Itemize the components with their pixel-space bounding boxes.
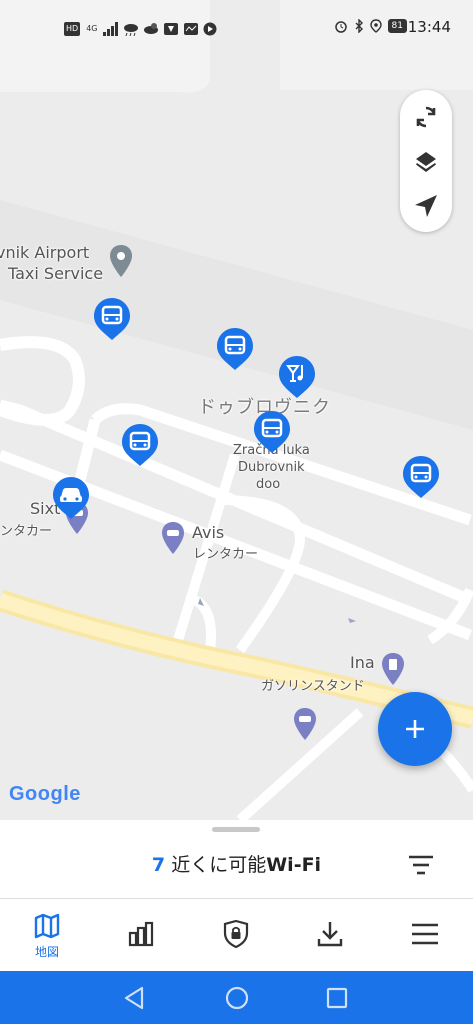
refresh-icon	[416, 106, 436, 128]
tab-map[interactable]: 地図	[0, 899, 94, 971]
tab-vpn[interactable]	[189, 899, 283, 971]
map-icon	[34, 913, 60, 939]
sixt-sub-label: ンタカー	[0, 524, 53, 539]
google-attribution: Google	[9, 783, 81, 806]
filter-icon	[409, 855, 433, 875]
airport-taxi-poi-icon[interactable]	[108, 243, 134, 279]
tab-download[interactable]	[283, 899, 377, 971]
app-icon	[164, 23, 179, 35]
download-icon	[317, 922, 343, 947]
bus-stop-marker[interactable]	[216, 327, 254, 371]
weather-icon	[144, 23, 159, 34]
weather-icon	[124, 24, 139, 36]
layers-button[interactable]	[410, 146, 442, 178]
airport-taxi-label-line2: Taxi Service	[8, 264, 104, 283]
layers-icon	[416, 152, 436, 172]
port-label-line3: doo	[256, 477, 281, 492]
google-attribution-text: Google	[9, 783, 81, 805]
app-icon	[184, 23, 199, 35]
4g-signal-icon: 4G	[86, 24, 98, 33]
back-triangle-icon[interactable]	[120, 983, 150, 1013]
bar-chart-icon	[128, 921, 154, 947]
map-controls	[400, 90, 452, 232]
bus-stop-marker[interactable]	[93, 297, 131, 341]
wifi-count: 7	[151, 854, 166, 876]
nearby-label: 近くに可能	[171, 854, 267, 876]
tab-menu[interactable]	[378, 899, 472, 971]
hamburger-menu-icon	[412, 923, 438, 945]
shield-lock-icon	[223, 919, 249, 949]
avis-sub-label: レンタカー	[193, 547, 259, 562]
navigation-arrow-icon	[415, 195, 437, 217]
status-right-icons: 81	[334, 19, 407, 33]
status-time: 13:44	[407, 18, 451, 36]
tab-map-label: 地図	[34, 945, 59, 959]
battery-icon: 81	[387, 19, 407, 33]
bar-marker[interactable]	[278, 355, 316, 399]
tab-stats[interactable]	[94, 899, 188, 971]
avis-car-rental-poi-icon[interactable]	[160, 520, 186, 556]
airport-taxi-label-line1: vnik Airport	[0, 243, 90, 262]
status-bar: HD 4G 81 13:44	[0, 0, 473, 60]
play-icon	[203, 22, 217, 36]
ina-sub-label: ガソリンスタンド	[261, 679, 365, 694]
avis-label: Avis	[192, 523, 225, 542]
plus-icon	[406, 720, 424, 738]
filter-button[interactable]	[404, 850, 438, 880]
bus-stop-marker[interactable]	[121, 423, 159, 467]
system-navigation-bar	[0, 971, 473, 1024]
refresh-button[interactable]	[410, 101, 442, 133]
bus-stop-marker[interactable]	[253, 410, 291, 454]
sheet-drag-handle[interactable]	[212, 827, 260, 832]
alarm-icon	[334, 21, 347, 33]
bottom-tab-bar: 地図	[0, 899, 473, 971]
ina-label: Ina	[350, 653, 375, 672]
car-rental-poi-icon[interactable]	[292, 706, 318, 742]
status-left-icons: HD 4G	[64, 20, 217, 38]
recents-square-icon[interactable]	[322, 983, 352, 1013]
bluetooth-icon	[355, 19, 363, 33]
signal-bars-icon	[103, 22, 119, 36]
nearby-wifi-sheet[interactable]: 7 近くに可能Wi-Fi	[0, 820, 473, 898]
port-label-line2: Dubrovnik	[238, 460, 305, 475]
wifi-label: Wi-Fi	[266, 854, 322, 876]
add-hotspot-button[interactable]	[378, 692, 452, 766]
my-location-button[interactable]	[410, 190, 442, 222]
home-circle-icon[interactable]	[222, 983, 252, 1013]
bus-stop-marker[interactable]	[402, 455, 440, 499]
hd-icon: HD	[64, 22, 81, 36]
car-marker[interactable]	[52, 476, 90, 520]
nearby-wifi-title: 7 近くに可能Wi-Fi	[0, 850, 473, 877]
location-icon	[369, 19, 382, 33]
ina-gas-station-poi-icon[interactable]	[380, 651, 406, 687]
